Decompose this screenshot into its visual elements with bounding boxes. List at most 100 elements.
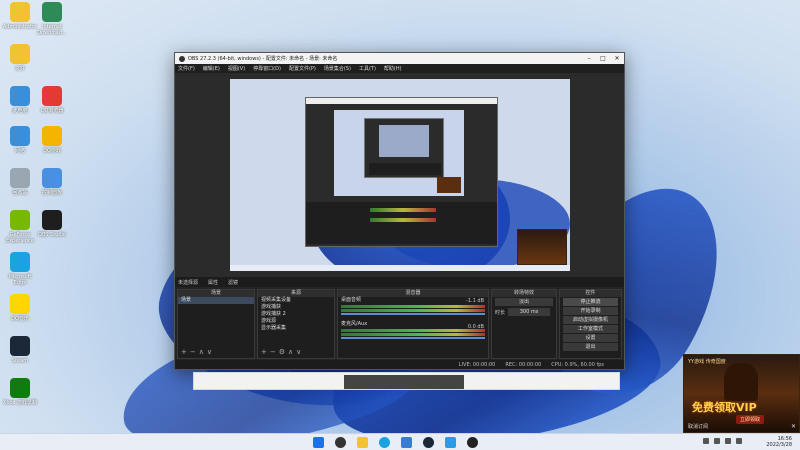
duration-input[interactable]: 300 ms (508, 308, 550, 316)
desktop-icon[interactable]: 文件 (2, 44, 38, 72)
app-icon (10, 336, 30, 356)
source-item[interactable]: 视频采集设备 (258, 297, 334, 304)
desktop-icon[interactable]: 控制面板 (34, 168, 70, 196)
app-icon (10, 210, 30, 230)
scenes-header: 场景 (178, 290, 254, 297)
file-explorer-icon[interactable] (357, 437, 368, 448)
desktop-icon[interactable]: Administrator (2, 2, 38, 30)
desktop-icon[interactable]: Xbox 游戏录制 (2, 378, 38, 406)
qq-icon[interactable] (445, 437, 456, 448)
ad-cta-button[interactable]: 立即领取 (736, 415, 765, 424)
ad-popup[interactable]: YY游戏 传奇国度 免费领取VIP 立即领取 取消订阅 ✕ (683, 354, 800, 433)
transitions-header: 转场特效 (492, 290, 556, 297)
menu-help[interactable]: 帮助(H) (384, 65, 402, 72)
studio-mode-button[interactable]: 工作室模式 (563, 325, 618, 333)
nested-nested-obs (364, 118, 444, 178)
obs-docks: 未选择源 属性 滤镜 场景 场景 +−∧∨ 来源 视频采集设备 游戏捕获 游戏捕… (175, 277, 624, 369)
start-recording-button[interactable]: 开始录制 (563, 307, 618, 315)
chevron-up-icon[interactable] (703, 438, 709, 444)
transition-select[interactable]: 淡出 (495, 298, 553, 306)
system-tray (703, 438, 742, 444)
menu-tools[interactable]: 工具(T) (359, 65, 376, 72)
desktop-icon-label: 控制面板 (41, 190, 62, 196)
desktop-icon[interactable]: QQ浏览器 (34, 86, 70, 114)
mixer-panel: 混音器 桌面音频 -1.1 dB 麦克风/Aux 0.0 dB (337, 289, 489, 359)
ad-unsubscribe-link[interactable]: 取消订阅 (688, 423, 708, 430)
sources-toolbar[interactable]: +−⚙∧∨ (261, 348, 304, 356)
ad-close-icon[interactable]: ✕ (791, 423, 796, 430)
network-icon[interactable] (725, 438, 731, 444)
duration-row: 时长 300 ms (495, 307, 553, 317)
media-player-bar (193, 372, 620, 390)
menu-view[interactable]: 视图(V) (228, 65, 245, 72)
media-thumbnail-strip (344, 375, 464, 389)
desktop-icon[interactable]: OBS Studio (34, 210, 70, 238)
source-item[interactable]: 游戏源 (258, 318, 334, 325)
app-icon (10, 2, 30, 22)
desktop-icon[interactable]: Microsoft Edge (2, 252, 38, 286)
desktop-icon[interactable]: 回收站 (2, 168, 38, 196)
desktop-icon-label: 网络 (14, 148, 25, 154)
windows-start-icon[interactable] (313, 437, 324, 448)
status-bar: LIVE: 00:00:00 REC: 00:00:00 CPU: 0.9%, … (175, 360, 624, 369)
source-item[interactable]: 游戏捕获 2 (258, 311, 334, 318)
preview-canvas[interactable] (230, 79, 570, 271)
desktop-icon[interactable]: 此电脑 (2, 86, 38, 114)
obs-icon[interactable] (467, 437, 478, 448)
nested-nested-docks (369, 163, 441, 175)
clock[interactable]: 16:56 2022/3/28 (766, 436, 792, 448)
desktop-icon[interactable]: QQ音乐 (2, 294, 38, 322)
app-icon (42, 168, 62, 188)
menu-scene-collection[interactable]: 场景集合(S) (324, 65, 351, 72)
desktop-icon-label: 文件 (14, 66, 25, 72)
mic-icon[interactable] (714, 438, 720, 444)
desktop-icon[interactable]: 网络 (2, 126, 38, 154)
menu-edit[interactable]: 编辑(E) (203, 65, 220, 72)
audio-meter (341, 333, 485, 336)
obs-menubar: 文件(F) 编辑(E) 视图(V) 停靠窗口(D) 配置文件(P) 场景集合(S… (175, 64, 624, 73)
desktop-icon-label: GeForce Experience (6, 232, 34, 244)
obs-title: OBS 27.2.3 (64-bit, windows) - 配置文件: 未命名… (188, 56, 338, 62)
menu-file[interactable]: 文件(F) (178, 65, 195, 72)
filters-button[interactable]: 滤镜 (228, 279, 238, 286)
scene-item[interactable]: 场景 (178, 297, 254, 304)
virtual-camera-button[interactable]: 启动虚拟摄像机 (563, 316, 618, 324)
obs-titlebar[interactable]: OBS 27.2.3 (64-bit, windows) - 配置文件: 未命名… (175, 53, 624, 64)
audio-meter (341, 329, 485, 332)
steam-icon[interactable] (423, 437, 434, 448)
maximize-button[interactable]: □ (596, 55, 610, 62)
search-icon[interactable] (335, 437, 346, 448)
settings-button[interactable]: 设置 (563, 334, 618, 342)
store-icon[interactable] (401, 437, 412, 448)
clock-date: 2022/3/28 (766, 442, 792, 448)
edge-icon[interactable] (379, 437, 390, 448)
ad-headline: 免费领取VIP (692, 401, 757, 414)
rec-status: REC: 00:00:00 (505, 361, 542, 368)
desktop-icon[interactable]: Internet Download... (34, 2, 70, 36)
source-item[interactable]: 显示器采集 (258, 325, 334, 332)
desktop-icon-label: 回收站 (12, 190, 28, 196)
volume-slider[interactable] (341, 337, 485, 339)
exit-button[interactable]: 退出 (563, 343, 618, 351)
source-item[interactable]: 游戏捕获 (258, 304, 334, 311)
preview-ad-thumbnail (517, 229, 567, 265)
menu-profile[interactable]: 配置文件(P) (289, 65, 316, 72)
scenes-toolbar[interactable]: +−∧∨ (181, 348, 215, 356)
obs-window[interactable]: OBS 27.2.3 (64-bit, windows) - 配置文件: 未命名… (174, 52, 625, 370)
desktop-icon-label: Internet Download... (37, 24, 67, 36)
nested-meter (370, 208, 436, 212)
stop-streaming-button[interactable]: 停止推流 (563, 298, 618, 306)
close-button[interactable]: ✕ (610, 55, 624, 62)
volume-icon[interactable] (736, 438, 742, 444)
minimize-button[interactable]: – (582, 55, 596, 62)
desktop-icon[interactable]: GeForce Experience (2, 210, 38, 244)
properties-button[interactable]: 属性 (208, 279, 218, 286)
scenes-panel: 场景 场景 +−∧∨ (177, 289, 255, 359)
desktop-icon[interactable]: QQ游戏 (34, 126, 70, 154)
nested-meter (370, 218, 436, 222)
volume-slider[interactable] (341, 313, 485, 315)
ad-character-art (724, 363, 758, 401)
desktop-icon[interactable]: Steam (2, 336, 38, 364)
audio-meter (341, 309, 485, 312)
menu-docks[interactable]: 停靠窗口(D) (253, 65, 281, 72)
